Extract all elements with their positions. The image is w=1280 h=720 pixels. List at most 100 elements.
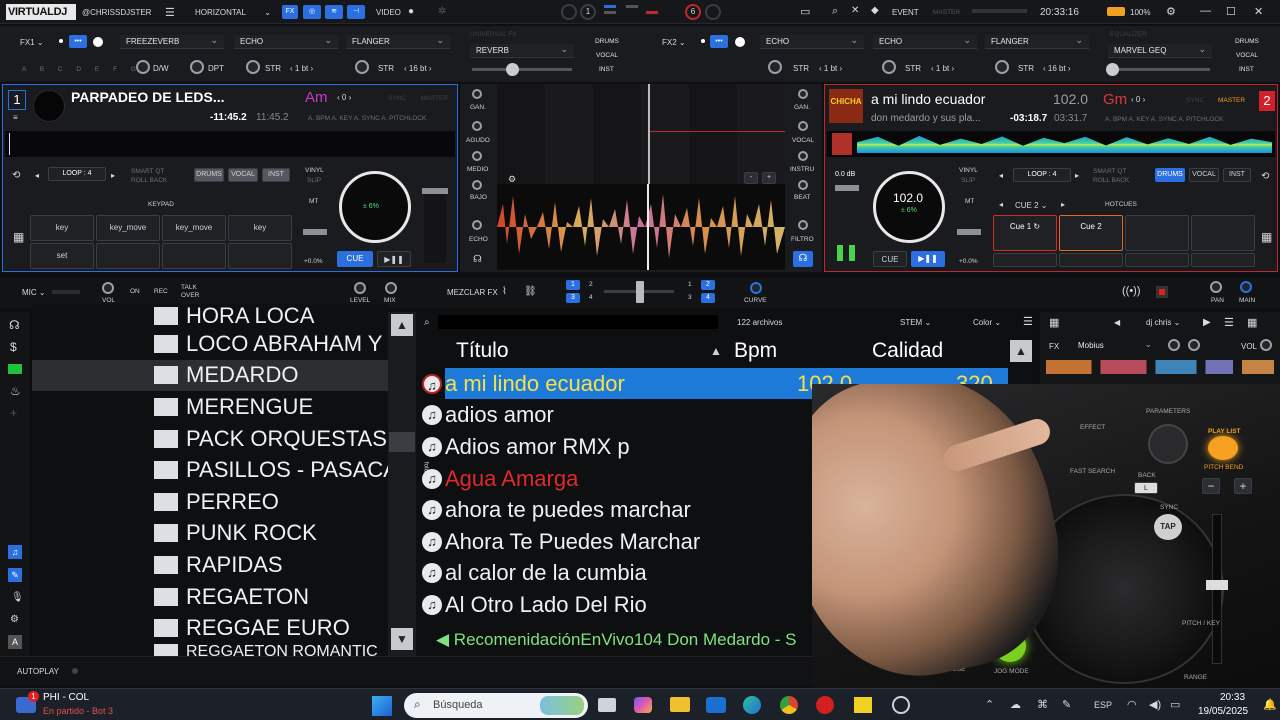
side-list-icon[interactable]: ☰ xyxy=(1224,316,1234,329)
chat-icon[interactable]: ▭ xyxy=(800,5,810,18)
deck-1-pitch-handle[interactable] xyxy=(422,188,448,194)
left-deck-select-1[interactable]: 1 xyxy=(566,280,580,290)
link-icon[interactable]: ⛓ xyxy=(524,286,537,297)
mezclar-fx-label[interactable]: MEZCLAR FX xyxy=(447,288,498,297)
file-explorer-icon[interactable] xyxy=(670,697,690,712)
folder-item[interactable]: RAPIDAS xyxy=(148,549,388,581)
deck-2-slip[interactable]: SLIP xyxy=(961,177,975,184)
language-indicator[interactable]: ESP xyxy=(1094,700,1112,710)
left-high-knob[interactable] xyxy=(472,121,482,131)
deck-2-cue-button[interactable]: CUE xyxy=(873,251,907,267)
left-gain-knob[interactable] xyxy=(472,89,482,99)
side-prev-icon[interactable]: ◀ xyxy=(1114,318,1120,327)
folder-item[interactable]: PACK ORQUESTAS xyxy=(148,423,388,455)
fx1-beats-1[interactable]: ‹ 1 bt › xyxy=(290,64,313,73)
talkover-button[interactable]: TALK OVER xyxy=(181,284,205,300)
broadcast-icon[interactable]: ((•)) xyxy=(1122,285,1141,297)
grid-view-icon[interactable]: ▦ xyxy=(1049,316,1059,329)
center-stem-inst[interactable]: INST xyxy=(599,66,614,73)
right-stem-inst[interactable]: INST xyxy=(1239,66,1254,73)
right-deck-select-1[interactable]: 1 xyxy=(688,281,692,288)
fx2-beats-3[interactable]: ‹ 16 bt › xyxy=(1043,64,1071,73)
volume-icon[interactable]: ◀) xyxy=(1149,698,1161,711)
fx1-power-icon[interactable] xyxy=(93,37,103,47)
master-volume-slider[interactable] xyxy=(972,9,1027,13)
deck-2-pad-4[interactable] xyxy=(1191,215,1255,251)
deck-2-stem-vocal[interactable]: VOCAL xyxy=(1189,168,1219,182)
folder-scroll-up-icon[interactable]: ▲ xyxy=(391,314,413,336)
fx2-beats-2[interactable]: ‹ 1 bt › xyxy=(931,64,954,73)
deck-1-pads-icon[interactable]: ▦ xyxy=(13,230,24,244)
fx1-effect-2[interactable]: ECHO xyxy=(234,33,338,49)
center-stem-vocal[interactable]: VOCAL xyxy=(596,52,618,59)
mic-vol-knob[interactable] xyxy=(102,282,114,294)
deck-1-stem-drums[interactable]: DRUMS xyxy=(194,168,224,182)
deck-2-stem-inst[interactable]: INST xyxy=(1223,168,1251,182)
browser-search-icon[interactable]: ⌕ xyxy=(424,317,430,328)
sort-asc-icon[interactable]: ▲ xyxy=(710,344,722,358)
fx1-effect-1[interactable]: FREEZEVERB xyxy=(120,33,224,49)
fx2-label[interactable]: FX2 ⌄ xyxy=(662,38,686,47)
minimize-icon[interactable]: — xyxy=(1200,5,1211,17)
rec-button[interactable]: REC xyxy=(154,288,168,295)
gear-icon[interactable]: ⚙ xyxy=(1166,5,1176,18)
center-stem-drums[interactable]: DRUMS xyxy=(595,38,619,45)
fx2-str-knob[interactable] xyxy=(768,60,782,74)
column-title[interactable]: Título xyxy=(456,339,509,363)
deck-1-stem-inst[interactable]: INST xyxy=(262,168,290,182)
pan-knob[interactable] xyxy=(1210,281,1222,293)
deck-1-sync[interactable]: SYNC xyxy=(388,95,406,102)
column-quality[interactable]: Calidad xyxy=(872,339,943,363)
fx-button[interactable]: FX xyxy=(282,5,298,19)
left-deck-select-4[interactable]: 4 xyxy=(589,294,593,301)
deck-1-slip[interactable]: SLIP xyxy=(307,177,321,184)
layout-select[interactable]: HORIZONTAL ⌄ xyxy=(195,8,273,17)
right-deck-select-2[interactable]: 2 xyxy=(701,280,715,290)
fx1-str-knob[interactable] xyxy=(246,60,260,74)
deck-2-master[interactable]: MASTER xyxy=(1218,97,1245,104)
level-knob[interactable] xyxy=(354,282,366,294)
edge-icon[interactable] xyxy=(743,696,761,714)
fx2-effect-3[interactable]: FLANGER xyxy=(985,33,1089,49)
deck-2-sync[interactable]: SYNC xyxy=(1186,97,1204,104)
deck-1-waveform[interactable] xyxy=(5,131,455,157)
headphones-icon[interactable]: ☊ xyxy=(9,318,20,332)
side-grid-icon[interactable]: ▦ xyxy=(1247,316,1257,329)
deck-2-pad-7[interactable] xyxy=(1125,253,1189,267)
fx2-effect-2[interactable]: ECHO xyxy=(873,33,977,49)
notifications-bell-icon[interactable]: 🔔 xyxy=(1263,698,1277,711)
deck-1-loop[interactable]: LOOP : 4 xyxy=(48,167,106,181)
close-icon[interactable]: ✕ xyxy=(1254,5,1263,18)
mic-select[interactable]: MIC ⌄ xyxy=(22,288,46,297)
deck-2-mt[interactable]: MT xyxy=(965,198,974,205)
deck-2-pad-5[interactable] xyxy=(993,253,1057,267)
zoom-out-button[interactable]: - xyxy=(744,172,758,184)
universal-fx-slider[interactable] xyxy=(472,68,572,71)
deck-1-pad-8[interactable] xyxy=(228,243,292,269)
side-effect-select[interactable]: Mobius xyxy=(1072,337,1158,353)
virtualdj-taskbar-icon[interactable] xyxy=(816,696,834,714)
recommendation-line[interactable]: ◀ RecomenidaciónEnVivo104 Don Medardo - … xyxy=(436,630,836,650)
deck-2-smart-roll[interactable]: SMART QT ROLL BACK xyxy=(1093,167,1143,185)
left-deck-select-3[interactable]: 3 xyxy=(566,293,580,303)
deck-2-mt-slider[interactable] xyxy=(957,229,981,235)
autoplay-label[interactable]: AUTOPLAY xyxy=(17,667,59,676)
folder-item[interactable]: HORA LOCA xyxy=(148,304,388,328)
right-headphone-icon[interactable]: ☊ xyxy=(793,251,813,267)
mix-knob[interactable] xyxy=(385,282,397,294)
deck-1-loop-icon[interactable]: ⟲ xyxy=(12,170,20,181)
deck-1-cue-button[interactable]: CUE xyxy=(337,251,373,267)
deck-1-loop-prev[interactable]: ◂ xyxy=(35,171,39,180)
column-bpm[interactable]: Bpm xyxy=(734,339,777,363)
deck-1-play-button[interactable]: ▶❚❚ xyxy=(377,251,411,267)
folder-scroll-thumb[interactable] xyxy=(389,432,415,452)
fx2-str2-knob[interactable] xyxy=(882,60,896,74)
deck-2-pad-8[interactable] xyxy=(1191,253,1255,267)
fx1-effect-3[interactable]: FLANGER xyxy=(346,33,450,49)
onedrive-icon[interactable]: ☁ xyxy=(1010,698,1021,711)
fx1-beats-2[interactable]: ‹ 16 bt › xyxy=(404,64,432,73)
deck-1-vinyl[interactable]: VINYL xyxy=(305,167,324,174)
left-echo-knob[interactable] xyxy=(472,220,482,230)
left-mid-knob[interactable] xyxy=(472,151,482,161)
mic-icon[interactable]: 🎙 xyxy=(11,592,24,603)
